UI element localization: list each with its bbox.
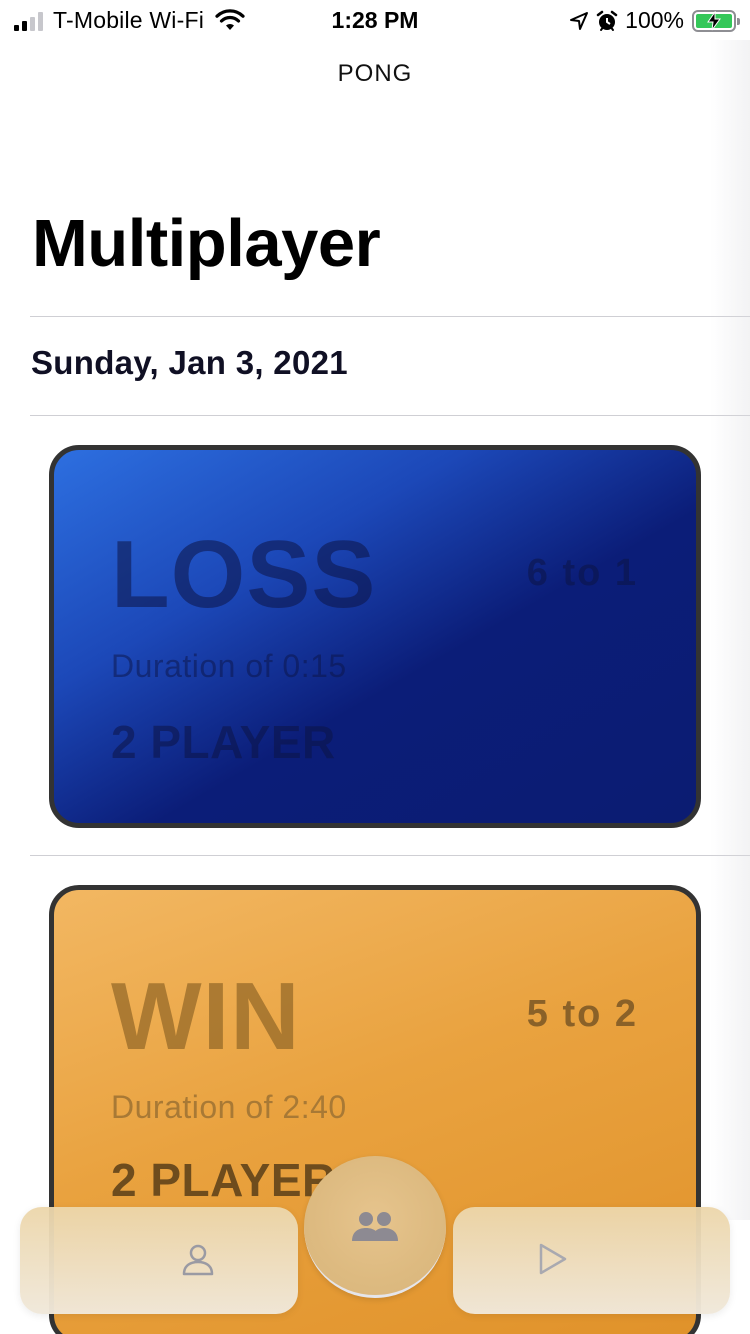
battery-percentage: 100% bbox=[625, 7, 684, 33]
section-date-header: Sunday, Jan 3, 2021 bbox=[31, 344, 348, 381]
game-mode: 2 PLAYER bbox=[111, 716, 336, 768]
game-card-loss[interactable]: LOSS 6 to 1 Duration of 0:15 2 PLAYER bbox=[49, 445, 701, 828]
alarm-clock-icon bbox=[596, 10, 618, 31]
divider bbox=[30, 855, 750, 856]
play-icon bbox=[539, 1243, 567, 1275]
app-name: PONG bbox=[337, 60, 413, 87]
game-result: WIN bbox=[111, 963, 301, 1070]
scroll-edge-shade bbox=[710, 40, 750, 1220]
game-duration: Duration of 0:15 bbox=[111, 648, 347, 684]
game-result: LOSS bbox=[111, 521, 377, 628]
status-bar-right: 100% bbox=[569, 7, 740, 34]
tab-multiplayer[interactable] bbox=[304, 1156, 446, 1298]
status-bar: T-Mobile Wi-Fi 1:28 PM 100% bbox=[0, 0, 750, 40]
charging-bolt-icon bbox=[707, 10, 721, 30]
people-icon bbox=[352, 1212, 398, 1241]
game-score: 5 to 2 bbox=[526, 993, 638, 1035]
tab-bar bbox=[0, 1150, 750, 1334]
game-duration: Duration of 2:40 bbox=[111, 1089, 347, 1125]
game-score: 6 to 1 bbox=[526, 552, 638, 594]
tab-play[interactable] bbox=[453, 1207, 730, 1314]
divider bbox=[30, 415, 750, 416]
page-title: Multiplayer bbox=[32, 206, 381, 281]
location-arrow-icon bbox=[570, 11, 589, 30]
person-icon bbox=[182, 1244, 214, 1276]
divider bbox=[30, 316, 750, 317]
battery-tip bbox=[737, 17, 740, 25]
tab-profile[interactable] bbox=[20, 1207, 298, 1314]
battery-charging-icon bbox=[692, 9, 740, 32]
